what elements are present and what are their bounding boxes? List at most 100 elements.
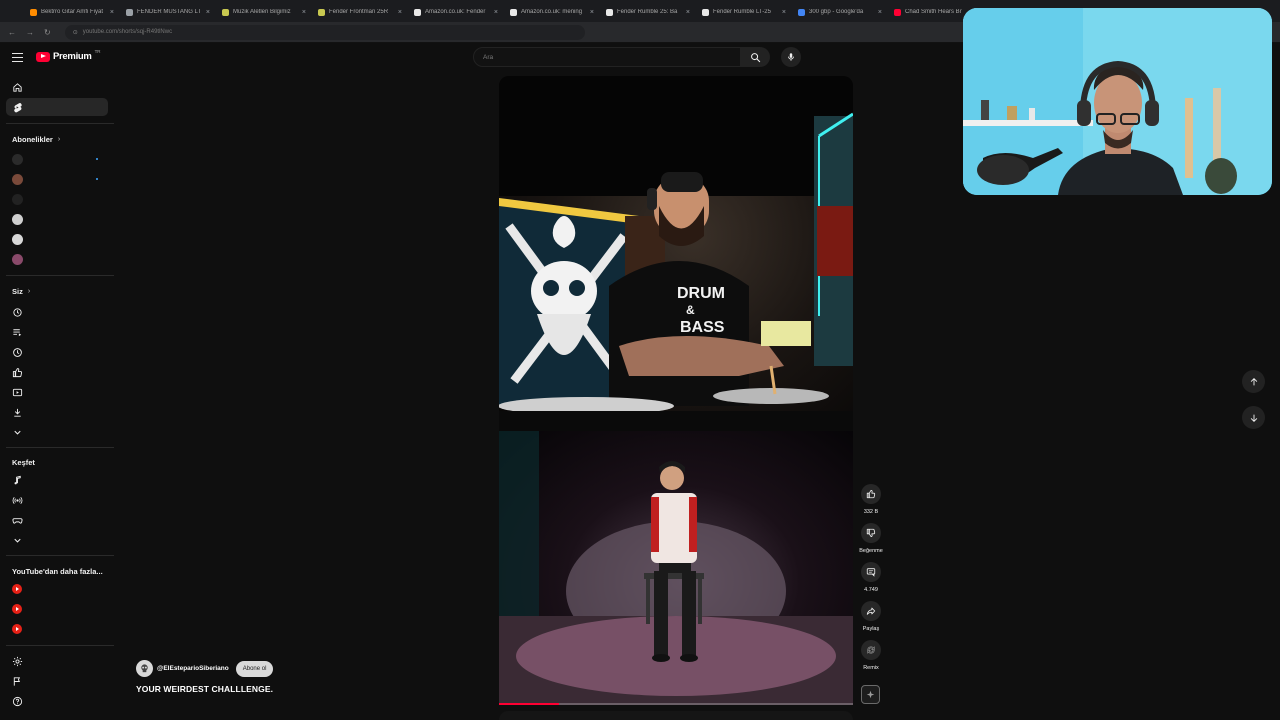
tab-close-icon[interactable]: × [686,9,690,16]
channel-avatar[interactable] [136,660,153,677]
sidebar-item[interactable] [6,363,108,381]
channel-handle[interactable]: @ElEsteparioSiberiano [157,665,229,672]
shorts-icon [12,102,23,113]
sidebar-divider [6,123,114,124]
share-label: Paylaş [862,626,880,632]
tab-close-icon[interactable]: × [206,9,210,16]
youtube-premium-logo[interactable]: Premium TR [36,49,101,62]
sidebar-item[interactable] [6,600,108,618]
like-button[interactable] [861,484,881,504]
sidebar-item[interactable] [6,78,108,96]
sidebar-item[interactable] [6,692,108,710]
section-title: YouTube'dan daha fazla... [12,567,103,576]
search-button[interactable] [741,47,770,67]
sidebar-divider [6,447,114,448]
tab-close-icon[interactable]: × [878,9,882,16]
tab-title: Müzik Aletleri Bilgimiz [233,9,291,15]
share-action[interactable]: Paylaş [855,601,887,632]
video-icon [12,387,23,398]
next-short-preview[interactable] [499,711,853,720]
tab-close-icon[interactable]: × [782,9,786,16]
remix-icon [867,646,875,654]
url-field[interactable]: ⊙ youtube.com/shorts/sqj-R49tlNwc [64,24,585,40]
browser-tab[interactable]: Amazon.co.uk: mening × [504,2,600,22]
like-action[interactable]: 332 B [855,484,887,515]
sidebar-item[interactable] [6,423,108,441]
sidebar-item[interactable] [6,511,108,529]
next-short-button[interactable] [1242,406,1265,429]
sidebar-item[interactable] [6,471,108,489]
browser-tab[interactable]: 300 gbp - Google'da × [792,2,888,22]
sidebar-item[interactable] [6,652,108,670]
sidebar-item[interactable] [6,383,108,401]
explore-header[interactable]: Keşfet [12,458,35,467]
short-caption[interactable]: YOUR WEIRDEST CHALLLENGE. [136,684,273,694]
subscribe-button[interactable]: Abone ol [235,660,274,677]
arrow-up-icon [1250,377,1257,385]
browser-tab[interactable]: Müzik Aletleri Bilgimiz × [216,2,312,22]
remix-action[interactable]: Remix [855,640,887,671]
sidebar-item[interactable] [6,98,108,116]
reload-icon[interactable]: ↻ [44,28,51,37]
tab-close-icon[interactable]: × [398,9,402,16]
video-progress-bar[interactable] [499,703,853,705]
back-icon[interactable]: ← [8,28,16,37]
like-count: 332 B [863,509,879,515]
dislike-action[interactable]: Beğenme [855,523,887,554]
tab-close-icon[interactable]: × [590,9,594,16]
site-info-icon[interactable]: ⊙ [73,29,78,36]
sidebar-item[interactable] [6,150,108,168]
forward-icon[interactable]: → [26,28,34,37]
tab-favicon-icon [510,8,517,16]
sidebar-item[interactable] [6,210,108,228]
thumbs-up-icon [866,490,876,499]
shorts-video-player[interactable]: DRUM & BASS [499,76,853,705]
tab-title: Amazon.co.uk: mening [521,9,583,15]
dislike-button[interactable] [861,523,881,543]
share-icon [866,607,876,615]
sidebar-item[interactable] [6,491,108,509]
voice-search-button[interactable] [781,47,801,67]
sidebar-item[interactable] [6,531,108,549]
tab-close-icon[interactable]: × [302,9,306,16]
browser-tab[interactable]: Fender Rumble LT-25 × [696,2,792,22]
browser-tab[interactable]: Fender Frontman 25R × [312,2,408,22]
browser-tab[interactable]: Fender Rumble 25: Ba × [600,2,696,22]
remix-button[interactable] [861,640,881,660]
sidebar-item[interactable] [6,250,108,268]
comments-button[interactable] [861,562,881,582]
browser-tab[interactable]: FENDER MUSTANG LT × [120,2,216,22]
sidebar-divider [6,645,114,646]
you-section-header[interactable]: Siz › [12,287,30,296]
clock-icon [12,347,23,358]
search-input[interactable]: Ara [473,47,741,67]
sidebar-item[interactable] [6,170,108,188]
browser-tab[interactable]: Amazon.co.uk: Fender × [408,2,504,22]
chevron-down-icon [12,535,23,546]
sidebar-item[interactable] [6,403,108,421]
more-from-youtube-header[interactable]: YouTube'dan daha fazla... [12,567,103,576]
share-button[interactable] [861,601,881,621]
sound-thumbnail[interactable] [861,685,880,704]
logo-country-badge: TR [94,49,101,54]
tab-close-icon[interactable]: × [110,9,114,16]
dislike-label: Beğenme [859,548,883,554]
menu-icon[interactable] [12,53,23,62]
tab-favicon-icon [126,8,133,16]
subscriptions-header[interactable]: Abonelikler › [12,135,60,144]
sidebar-item[interactable] [6,323,108,341]
channel-avatar [12,153,23,165]
sidebar-item[interactable] [6,620,108,638]
sidebar-item[interactable] [6,672,108,690]
sidebar-item[interactable] [6,190,108,208]
section-title: Abonelikler [12,135,53,144]
previous-short-button[interactable] [1242,370,1265,393]
sidebar-item[interactable] [6,303,108,321]
sidebar-item[interactable] [6,580,108,598]
tab-close-icon[interactable]: × [494,9,498,16]
sidebar-item[interactable] [6,230,108,248]
sidebar-item[interactable] [6,343,108,361]
browser-tab[interactable]: Bektrro Gitar Amfi Fiyat × [24,2,120,22]
comments-action[interactable]: 4.749 [855,562,887,593]
video-progress-fill [499,703,560,705]
